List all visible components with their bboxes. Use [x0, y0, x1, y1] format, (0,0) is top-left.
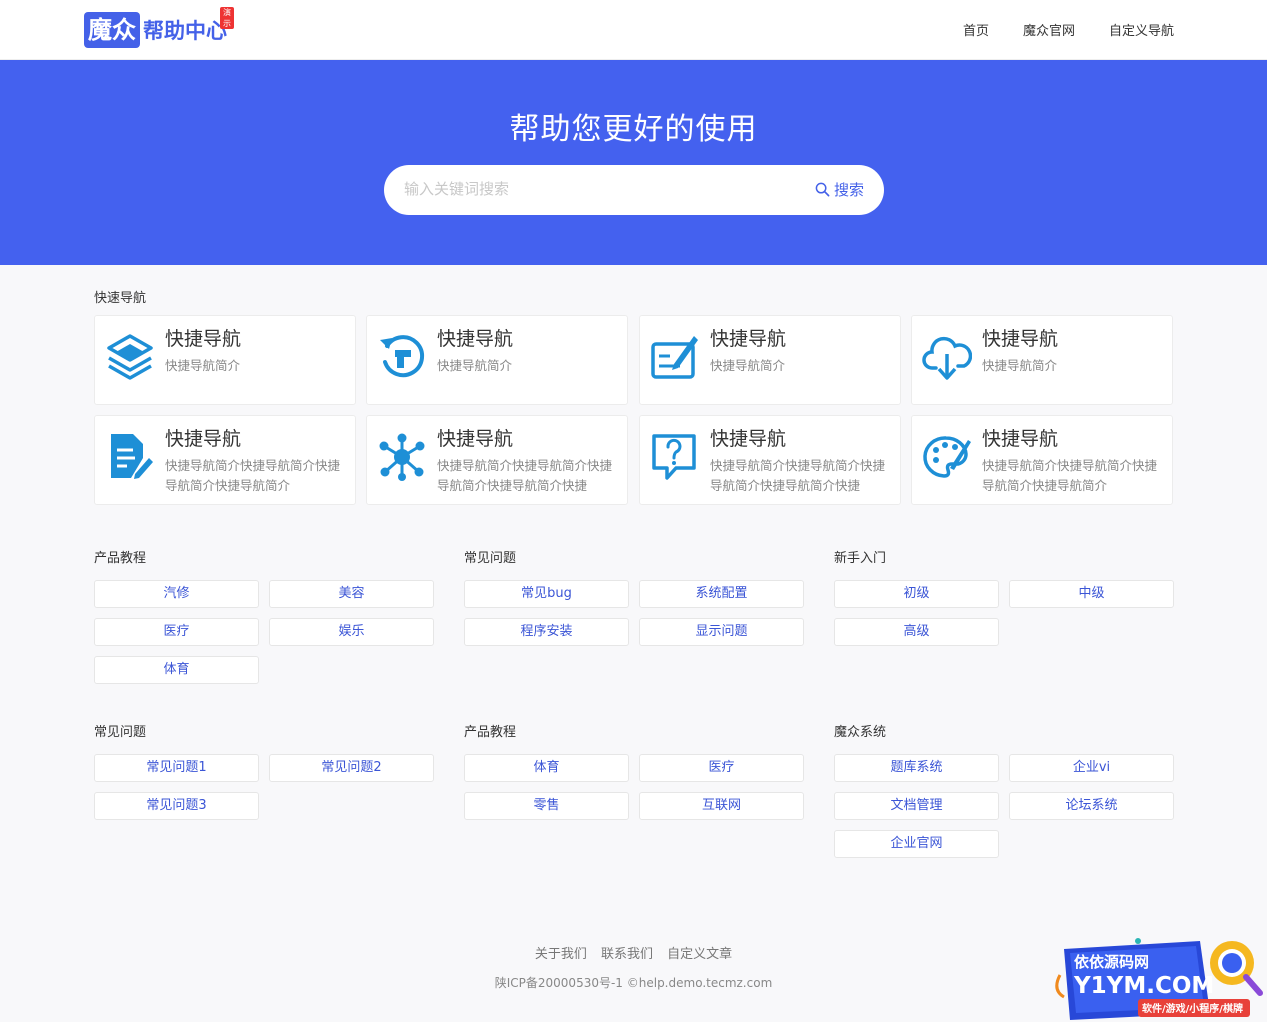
category-title: 魔众系统 [834, 725, 887, 740]
category-link[interactable]: 题库系统 [834, 754, 999, 782]
category-link[interactable]: 系统配置 [639, 580, 804, 608]
watermark-logo: 依依源码网 Y1YM.COM 软件/游戏/小程序/棋牌 [1055, 938, 1263, 1020]
quick-nav-card[interactable]: 快捷导航 快捷导航简介快捷导航简介快捷导航简介快捷导航简介 [911, 415, 1173, 505]
category-link[interactable]: 文档管理 [834, 792, 999, 820]
category-link[interactable]: 医疗 [639, 754, 804, 782]
footer-link-custom[interactable]: 自定义文章 [667, 947, 732, 962]
category-link[interactable]: 常见问题3 [94, 792, 259, 820]
card-desc: 快捷导航简介 [165, 358, 241, 373]
nav-official-site[interactable]: 魔众官网 [1023, 20, 1075, 39]
palette-icon [923, 436, 971, 478]
category-link[interactable]: 显示问题 [639, 618, 804, 646]
card-desc: 快捷导航简介 [710, 358, 786, 373]
search-input[interactable] [404, 180, 784, 198]
card-desc: 快捷导航简介快捷导航简介快捷导航简介快捷导航简介 [982, 458, 1158, 493]
logo[interactable]: 魔众 帮助中心 演示 [84, 7, 234, 48]
card-title: 快捷导航 [165, 328, 242, 350]
document-edit-icon [111, 434, 153, 479]
quick-nav-card[interactable]: 快捷导航 快捷导航简介 [911, 315, 1173, 405]
card-desc: 快捷导航简介快捷导航简介快捷导航简介快捷导航简介快捷 [710, 458, 886, 493]
category-link[interactable]: 互联网 [639, 792, 804, 820]
card-desc: 快捷导航简介 [437, 358, 513, 373]
category-link[interactable]: 医疗 [94, 618, 259, 646]
search-button[interactable]: 搜索 [815, 179, 864, 200]
quick-nav-card[interactable]: 快捷导航 快捷导航简介 [94, 315, 356, 405]
search-icon [815, 182, 830, 197]
logo-box: 魔众 [84, 12, 140, 48]
watermark-line3: 软件/游戏/小程序/棋牌 [1142, 1002, 1243, 1015]
card-title: 快捷导航 [710, 328, 787, 350]
category-link[interactable]: 初级 [834, 580, 999, 608]
hero-title: 帮助您更好的使用 [509, 112, 758, 147]
category-link[interactable]: 中级 [1009, 580, 1174, 608]
quick-nav-title: 快速导航 [94, 291, 147, 306]
quick-nav-card[interactable]: 快捷导航 快捷导航简介快捷导航简介快捷导航简介快捷导航简介 [94, 415, 356, 505]
category-title: 常见问题 [94, 725, 147, 740]
category-link[interactable]: 娱乐 [269, 618, 434, 646]
category-title: 常见问题 [464, 551, 517, 566]
card-title: 快捷导航 [982, 428, 1059, 450]
category-link[interactable]: 程序安装 [464, 618, 629, 646]
search-button-label: 搜索 [833, 181, 864, 199]
category-link[interactable]: 常见问题1 [94, 754, 259, 782]
category-link[interactable]: 常见问题2 [269, 754, 434, 782]
category-link[interactable]: 美容 [269, 580, 434, 608]
layers-icon [107, 334, 153, 380]
hero-banner: 帮助您更好的使用 搜索 [0, 60, 1267, 265]
network-icon [379, 433, 425, 481]
quick-nav-card[interactable]: 快捷导航 快捷导航简介快捷导航简介快捷导航简介快捷导航简介快捷 [639, 415, 901, 505]
demo-badge: 演示 [220, 7, 234, 29]
category-title: 产品教程 [94, 551, 147, 566]
header: 魔众 帮助中心 演示 首页 魔众官网 自定义导航 [0, 0, 1267, 60]
category-link[interactable]: 体育 [94, 656, 259, 684]
category-title: 新手入门 [834, 551, 887, 566]
logo-text: 帮助中心 [143, 19, 227, 43]
search-box: 搜索 [384, 165, 884, 215]
card-desc: 快捷导航简介 [982, 358, 1058, 373]
card-desc: 快捷导航简介快捷导航简介快捷导航简介快捷导航简介快捷 [437, 458, 613, 493]
quick-nav-card[interactable]: 快捷导航 快捷导航简介 [639, 315, 901, 405]
category-link[interactable]: 高级 [834, 618, 999, 646]
card-title: 快捷导航 [437, 328, 514, 350]
footer-link-about[interactable]: 关于我们 [535, 947, 587, 962]
quick-nav-card[interactable]: 快捷导航 快捷导航简介快捷导航简介快捷导航简介快捷导航简介快捷 [366, 415, 628, 505]
category-title: 产品教程 [464, 725, 517, 740]
refresh-icon [380, 335, 425, 378]
category-link[interactable]: 零售 [464, 792, 629, 820]
category-link[interactable]: 常见bug [464, 580, 629, 608]
category-link[interactable]: 企业vi [1009, 754, 1174, 782]
card-title: 快捷导航 [982, 328, 1059, 350]
cloud-download-icon [922, 336, 972, 380]
footer-link-contact[interactable]: 联系我们 [601, 947, 653, 962]
nav-home[interactable]: 首页 [963, 20, 989, 39]
category-link[interactable]: 企业官网 [834, 830, 999, 858]
edit-board-icon [651, 336, 698, 379]
category-link[interactable]: 论坛系统 [1009, 792, 1174, 820]
nav-custom[interactable]: 自定义导航 [1109, 20, 1174, 39]
category-link[interactable]: 汽修 [94, 580, 259, 608]
category-link[interactable]: 体育 [464, 754, 629, 782]
card-title: 快捷导航 [437, 428, 514, 450]
card-desc: 快捷导航简介快捷导航简介快捷导航简介快捷导航简介 [165, 458, 341, 493]
question-icon [652, 434, 696, 480]
watermark-line1: 依依源码网 [1074, 953, 1149, 971]
watermark-line2: Y1YM.COM [1073, 973, 1214, 999]
card-title: 快捷导航 [165, 428, 242, 450]
quick-nav-card[interactable]: 快捷导航 快捷导航简介 [366, 315, 628, 405]
top-nav: 首页 魔众官网 自定义导航 [929, 20, 1174, 39]
card-title: 快捷导航 [710, 428, 787, 450]
